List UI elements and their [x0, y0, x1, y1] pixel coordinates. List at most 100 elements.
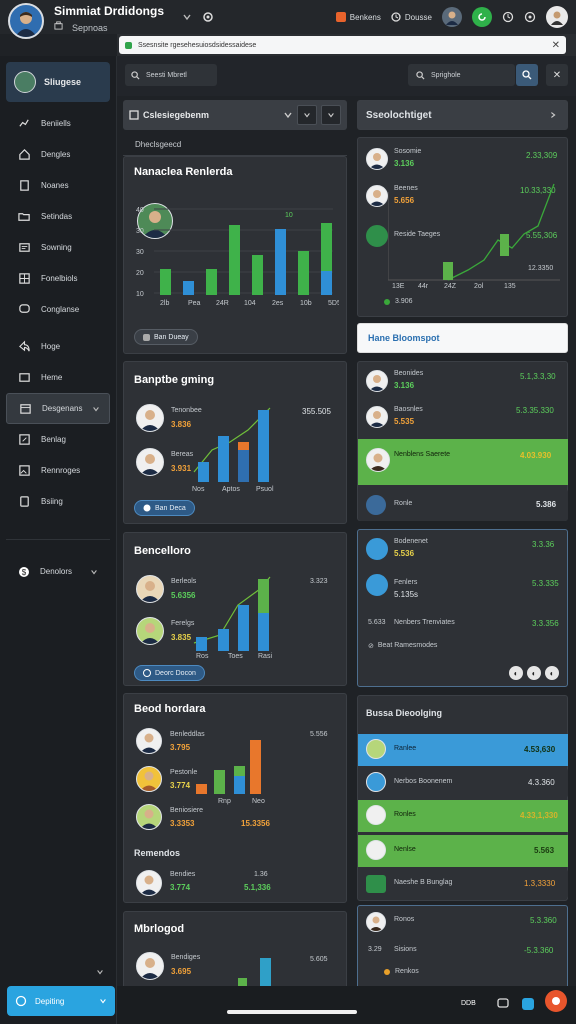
sidebar-item-dengles[interactable]: Dengles — [0, 139, 116, 170]
chart-bar — [229, 225, 240, 295]
sidebar-item-beniiells[interactable]: Beniiells — [0, 108, 116, 139]
gear-icon[interactable] — [202, 11, 214, 23]
sidebar-item-heme[interactable]: Heme — [0, 362, 116, 393]
y-tick: 40 — [136, 207, 144, 214]
avatar — [136, 870, 162, 896]
bar-chart — [193, 576, 271, 651]
search-icon — [416, 70, 425, 80]
calendar-icon — [19, 402, 32, 415]
user-avatar-small[interactable] — [442, 7, 462, 27]
bar-chart — [193, 407, 271, 482]
list-item[interactable]: Ronle 5.386 — [358, 489, 568, 521]
avatar — [136, 804, 162, 830]
avatar — [14, 71, 36, 93]
avatar — [136, 617, 164, 645]
avatar — [366, 538, 388, 560]
app-subtitle: Sepnoas — [54, 20, 164, 35]
history-icon[interactable] — [502, 11, 514, 23]
info-icon — [143, 504, 151, 512]
dropdown-button[interactable] — [297, 105, 317, 125]
chart-bar — [160, 269, 171, 295]
sidebar-item-conglanse[interactable]: Conglanse — [0, 294, 116, 325]
search-button[interactable] — [516, 64, 538, 86]
home-indicator[interactable] — [227, 1010, 357, 1014]
sidebar-bottom-button[interactable]: Depiting — [7, 986, 115, 1016]
sidebar-item-label: Dengles — [41, 150, 71, 159]
chart-bar-segment — [321, 271, 332, 295]
panel-title: Bencelloro — [134, 545, 191, 557]
avatar — [366, 406, 388, 428]
avatar — [366, 495, 386, 515]
list-item-highlighted[interactable]: Ranlee 4.53,630 — [358, 734, 568, 766]
avatar — [366, 912, 386, 932]
list-item-highlighted[interactable]: Nenlse 5.563 — [358, 835, 568, 867]
list-item[interactable]: Nerbos Boonenem 4.3.360 — [358, 768, 568, 798]
list-icon — [18, 241, 31, 254]
footer-link[interactable]: ⊘ Beat Ramesmodes — [368, 642, 437, 650]
link-icon: ⊘ — [368, 643, 374, 650]
right-header[interactable]: Sseolochtiget — [357, 100, 568, 130]
chart-bar — [252, 255, 263, 295]
filter-tag[interactable]: Ban Deca — [134, 500, 195, 516]
document-icon — [18, 179, 31, 192]
sidebar-item-setindas[interactable]: Setindas — [0, 201, 116, 232]
sidebar-item-bsiing[interactable]: Bsiing — [0, 486, 116, 517]
panel-title: Mbrlogod — [134, 923, 185, 935]
scroll-down-icon[interactable] — [96, 968, 104, 976]
sidebar-user[interactable]: Sliugese — [6, 62, 110, 102]
panel-dashboard: Beod hordara Benleddlas 3.795 Pestonle 3… — [123, 693, 347, 903]
avatar — [136, 404, 164, 432]
clear-button[interactable]: ✕ — [546, 64, 568, 86]
notification-icon[interactable] — [545, 990, 567, 1012]
sidebar-item-sowning[interactable]: Sowning — [0, 232, 116, 263]
filter-input[interactable]: Sprighole — [408, 64, 515, 86]
dropdown-button-2[interactable] — [321, 105, 341, 125]
share-icon — [18, 340, 31, 353]
avatar — [366, 370, 388, 392]
prev-icon[interactable]: ◐ — [509, 666, 523, 680]
filter-tag[interactable]: Ban Dueay — [134, 329, 198, 345]
sidebar-item-hoge[interactable]: Hoge — [0, 331, 116, 362]
filter-tag[interactable]: Deorc Docon — [134, 665, 205, 681]
list-item-highlighted[interactable]: Ronles 4.33,1,330 — [358, 800, 568, 832]
power-icon — [15, 995, 27, 1007]
sidebar-item-rennroges[interactable]: Rennroges — [0, 455, 116, 486]
sidebar-item-footer[interactable]: $ Denolors — [0, 556, 116, 587]
sidebar-item-benlag[interactable]: Benlag — [0, 424, 116, 455]
next-icon[interactable]: ◐ — [545, 666, 559, 680]
divider — [6, 539, 110, 540]
search-input[interactable]: Seesti Mbretl — [125, 64, 217, 86]
close-icon[interactable]: ✕ — [552, 40, 560, 51]
account-avatar[interactable] — [546, 6, 568, 28]
play-icon[interactable]: ◐ — [527, 666, 541, 680]
avatar — [366, 448, 390, 472]
bar-chart: 40 30 30 20 10 10 2lb Pea 24R 104 2es 10b 5D5 — [136, 207, 339, 307]
profile-avatar[interactable] — [8, 3, 44, 39]
secure-icon — [125, 41, 132, 49]
chevron-down-icon[interactable] — [283, 110, 293, 125]
sidebar-item-fonelbiols[interactable]: Fonelbiols — [0, 263, 116, 294]
status-pill[interactable]: Dousse — [391, 12, 432, 22]
sidebar-item-desgenans[interactable]: Desgenans — [6, 393, 110, 424]
sidebar-item-label: Noanes — [41, 181, 69, 190]
settings-icon[interactable] — [524, 11, 536, 23]
chevron-down-icon[interactable] — [182, 12, 192, 22]
refresh-icon[interactable] — [472, 7, 492, 27]
x-tick: 10b — [300, 300, 312, 307]
app-icon[interactable] — [521, 997, 535, 1011]
chat-icon[interactable] — [497, 998, 509, 1010]
alerts-pill[interactable]: Benkens — [335, 12, 381, 22]
avatar — [366, 574, 388, 596]
sidebar-item-noanes[interactable]: Noanes — [0, 170, 116, 201]
chevron-down-icon — [99, 997, 107, 1005]
url-bar[interactable]: Ssesnsite rgesehesuiosdsidessaidese ✕ — [119, 36, 566, 54]
sidebar-item-label: Setindas — [41, 212, 73, 221]
sidebar-item-label: Conglanse — [41, 305, 80, 314]
list-item[interactable]: Naeshe B Bunglag 1.3,3330 — [358, 869, 568, 899]
banner[interactable]: Hane Bloomspot — [357, 323, 568, 353]
sub-header: Dheclsgeecd — [123, 136, 347, 156]
bar-chart — [238, 958, 271, 988]
list-item-highlighted[interactable]: Nenblens Saerete 4.03.930 — [358, 439, 568, 485]
panel-title: Nanaclea Renlerda — [134, 166, 233, 178]
view-selector[interactable]: Cslesiegebenm — [123, 100, 347, 130]
